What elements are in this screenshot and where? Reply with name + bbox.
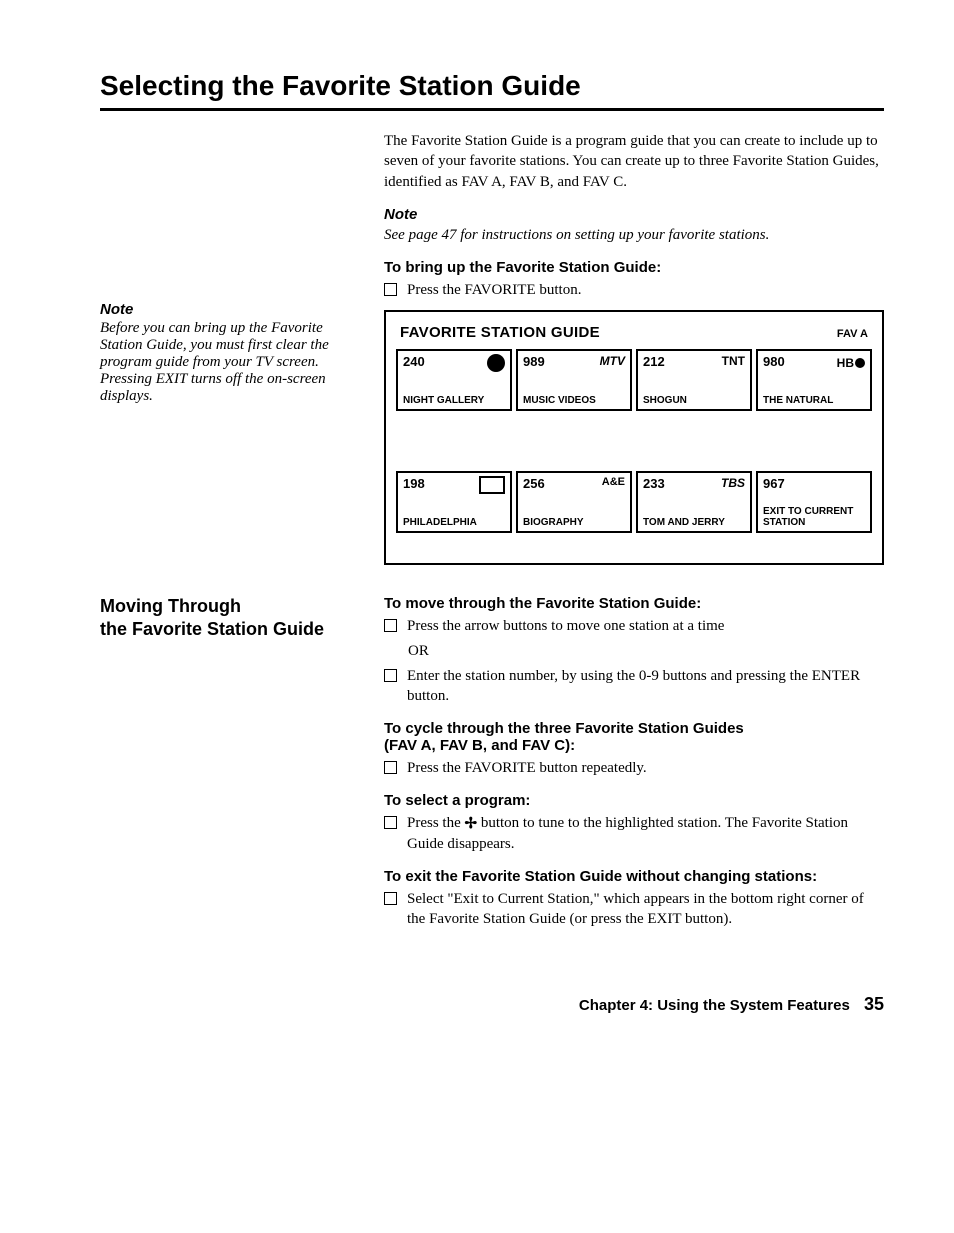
checkbox-icon xyxy=(384,816,397,829)
envelope-icon xyxy=(479,476,505,498)
bullet-text: Select "Exit to Current Station," which … xyxy=(407,889,884,930)
cell-number: 233 xyxy=(643,476,665,491)
station-cell-256: 256 A&E BIOGRAPHY xyxy=(516,471,632,533)
ae-logo-icon: A&E xyxy=(602,476,625,488)
cell-number: 212 xyxy=(643,354,665,369)
cell-program: EXIT TO CURRENT STATION xyxy=(763,506,865,528)
subhead-cycle: To cycle through the three Favorite Stat… xyxy=(384,720,884,754)
note1-heading: Note xyxy=(384,206,884,223)
station-cell-989: 989 MTV MUSIC VIDEOS xyxy=(516,349,632,411)
cell-program: BIOGRAPHY xyxy=(523,517,625,528)
maincol-1: The Favorite Station Guide is a program … xyxy=(384,131,884,595)
tbs-logo-icon: TBS xyxy=(721,476,745,490)
subhead-move: To move through the Favorite Station Gui… xyxy=(384,595,884,612)
cell-program: SHOGUN xyxy=(643,395,745,406)
subhead-exit: To exit the Favorite Station Guide witho… xyxy=(384,868,884,885)
hbo-logo-icon: HB xyxy=(837,354,865,371)
station-cell-980: 980 HB THE NATURAL xyxy=(756,349,872,411)
fsg-fav-indicator: FAV A xyxy=(837,328,868,340)
sidenote-heading: Note xyxy=(100,301,360,318)
manual-page: Selecting the Favorite Station Guide Not… xyxy=(0,0,954,1055)
sidehead-moving: Moving Through the Favorite Station Guid… xyxy=(100,595,360,640)
bullet-arrow: Press the arrow buttons to move one stat… xyxy=(384,616,884,636)
bullet-text: Enter the station number, by using the 0… xyxy=(407,666,884,707)
sidehead-line2: the Favorite Station Guide xyxy=(100,619,324,639)
cell-program: MUSIC VIDEOS xyxy=(523,395,625,406)
cell-program: THE NATURAL xyxy=(763,395,865,406)
favorite-station-guide-screenshot: FAVORITE STATION GUIDE FAV A 240 NIGHT G… xyxy=(384,310,884,565)
station-cell-240: 240 NIGHT GALLERY xyxy=(396,349,512,411)
page-title: Selecting the Favorite Station Guide xyxy=(100,70,884,102)
station-cell-233: 233 TBS TOM AND JERRY xyxy=(636,471,752,533)
section-intro: Note Before you can bring up the Favorit… xyxy=(100,131,884,595)
bullet-text: Press the FAVORITE button. xyxy=(407,280,884,300)
cell-program: TOM AND JERRY xyxy=(643,517,745,528)
cell-number: 967 xyxy=(763,476,785,491)
sidecol-2: Moving Through the Favorite Station Guid… xyxy=(100,595,360,933)
sidenote-body: Before you can bring up the Favorite Sta… xyxy=(100,320,360,405)
subhead-select: To select a program: xyxy=(384,792,884,809)
station-cell-967-exit: 967 EXIT TO CURRENT STATION xyxy=(756,471,872,533)
section-moving: Moving Through the Favorite Station Guid… xyxy=(100,595,884,933)
checkbox-icon xyxy=(384,761,397,774)
station-cell-198: 198 PHILADELPHIA xyxy=(396,471,512,533)
cell-number: 980 xyxy=(763,354,785,369)
bullet-exit: Select "Exit to Current Station," which … xyxy=(384,889,884,930)
tune-plus-icon: ✢ xyxy=(465,814,478,834)
or-text: OR xyxy=(408,643,884,660)
subhead-bringup: To bring up the Favorite Station Guide: xyxy=(384,259,884,276)
text-pre: Press the xyxy=(407,815,465,831)
bullet-text: Press the FAVORITE button repeatedly. xyxy=(407,758,884,778)
cell-number: 240 xyxy=(403,354,425,369)
subhead-cycle-line2: (FAV A, FAV B, and FAV C): xyxy=(384,737,575,754)
fsg-header: FAVORITE STATION GUIDE FAV A xyxy=(396,324,872,341)
subhead-cycle-line1: To cycle through the three Favorite Stat… xyxy=(384,720,744,737)
tnt-logo-icon: TNT xyxy=(722,354,745,368)
bullet-text: Press the ✢ button to tune to the highli… xyxy=(407,813,884,854)
cell-program: PHILADELPHIA xyxy=(403,517,505,528)
mtv-logo-icon: MTV xyxy=(600,354,625,368)
cell-program: NIGHT GALLERY xyxy=(403,395,505,406)
checkbox-icon xyxy=(384,283,397,296)
checkbox-icon xyxy=(384,669,397,682)
cell-number: 256 xyxy=(523,476,545,491)
sidehead-line1: Moving Through xyxy=(100,596,241,616)
cell-number: 198 xyxy=(403,476,425,491)
footer-page-number: 35 xyxy=(864,994,884,1014)
bullet-text: Press the arrow buttons to move one stat… xyxy=(407,616,884,636)
title-rule xyxy=(100,108,884,111)
intro-paragraph: The Favorite Station Guide is a program … xyxy=(384,131,884,192)
footer-chapter: Chapter 4: Using the System Features xyxy=(579,997,850,1014)
fsg-title: FAVORITE STATION GUIDE xyxy=(400,324,600,341)
bullet-press-favorite: Press the FAVORITE button. xyxy=(384,280,884,300)
station-cell-212: 212 TNT SHOGUN xyxy=(636,349,752,411)
bullet-select-program: Press the ✢ button to tune to the highli… xyxy=(384,813,884,854)
checkbox-icon xyxy=(384,619,397,632)
maincol-2: To move through the Favorite Station Gui… xyxy=(384,595,884,933)
cell-number: 989 xyxy=(523,354,545,369)
checkbox-icon xyxy=(384,892,397,905)
fsg-row-2: 198 PHILADELPHIA 256 A&E BIOGRAPHY xyxy=(396,471,872,533)
fsg-row-1: 240 NIGHT GALLERY 989 MTV MUSIC VIDEOS xyxy=(396,349,872,411)
fsg-gap xyxy=(396,411,872,471)
abc-logo-icon xyxy=(487,354,505,376)
bullet-enter-number: Enter the station number, by using the 0… xyxy=(384,666,884,707)
note1-body: See page 47 for instructions on setting … xyxy=(384,225,884,245)
sidecol-1: Note Before you can bring up the Favorit… xyxy=(100,131,360,595)
page-footer: Chapter 4: Using the System Features 35 xyxy=(100,994,884,1015)
bullet-favorite-repeat: Press the FAVORITE button repeatedly. xyxy=(384,758,884,778)
